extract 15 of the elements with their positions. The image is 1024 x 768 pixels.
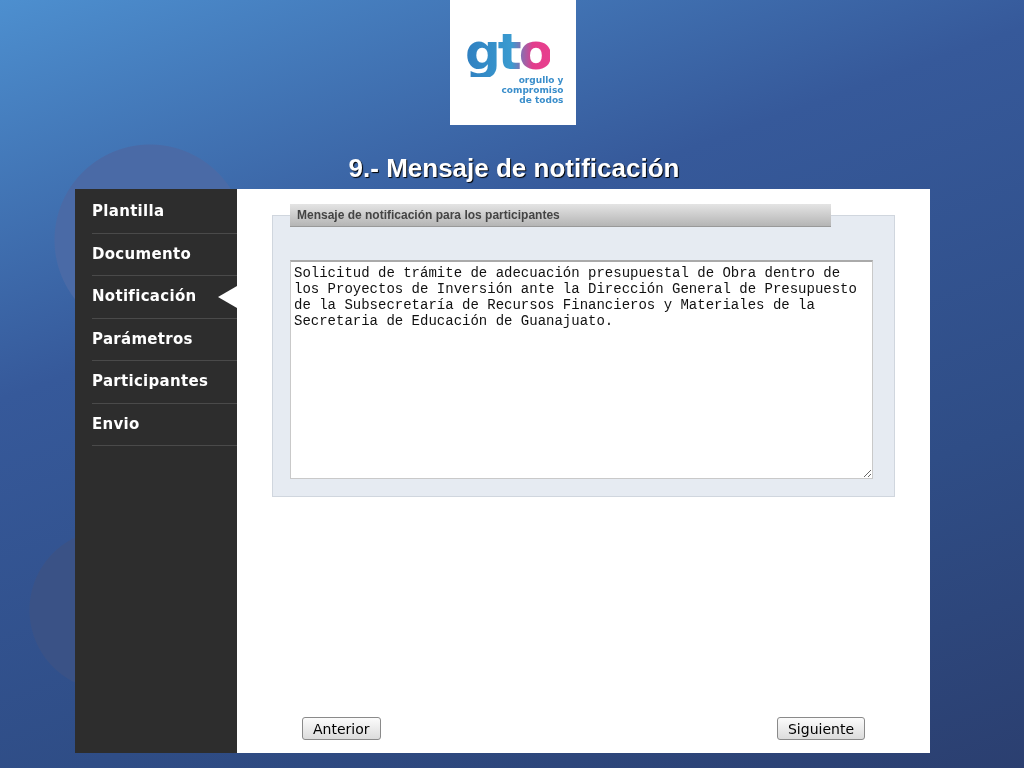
back-button[interactable]: Anterior [302,717,381,740]
logo-tagline: de todos [519,94,564,105]
message-field[interactable]: Solicitud de trámite de adecuación presupuestal de Obra dentro de los Proyectos de Inversión ante la Dirección General de Presupuesto de la Subsecretaría de Recursos Financieros y Materiales de la Secretaria de Educación de Guanajuato. [290,260,873,479]
sidebar-item[interactable]: Plantilla [92,191,237,234]
sidebar-item[interactable]: Participantes [92,361,237,404]
panel-header: Mensaje de notificación para los participantes [290,204,831,227]
slide-title: 9.- Mensaje de notificación [348,153,680,183]
sidebar-item[interactable]: Parámetros [92,318,237,361]
sidebar-item[interactable]: Documento [92,233,237,276]
sidebar-item[interactable]: Envio [92,403,237,446]
sidebar-item[interactable]: Notificación [92,276,237,319]
logo-tagline: orgullo y [518,74,564,85]
next-button[interactable]: Siguiente [777,717,865,740]
selection-pointer-icon [218,286,237,308]
logo-tagline: compromiso [501,84,564,95]
